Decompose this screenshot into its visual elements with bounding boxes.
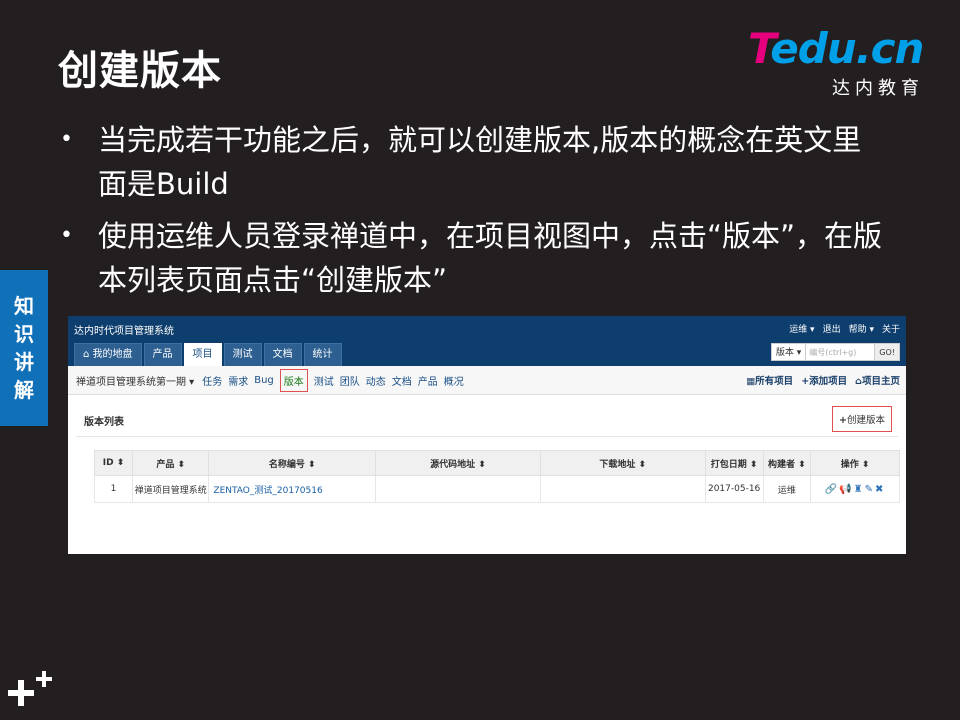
tab-project[interactable]: 项目	[183, 343, 222, 366]
grid-icon: ▦	[746, 376, 756, 387]
tab-my[interactable]: ⌂ 我的地盘	[74, 343, 142, 366]
home-icon: ⌂	[855, 376, 862, 387]
add-project-link[interactable]: +添加项目	[801, 373, 847, 387]
about-link[interactable]: 关于	[882, 322, 900, 335]
side-tab: 知 识 讲 解	[0, 270, 48, 426]
plus-decoration-icon	[8, 671, 52, 706]
row-action-icons[interactable]: 🔗📢♜✎✖	[810, 475, 900, 503]
build-list-panel: 版本列表 +创建版本 ID ⬍ 产品 ⬍ 名称编号 ⬍ 源代码地址 ⬍ 下载地址…	[76, 402, 900, 554]
tab-qa[interactable]: 测试	[223, 343, 262, 366]
col-builder[interactable]: 构建者 ⬍	[762, 450, 812, 476]
tedu-logo: Tedu.cn 达内教育	[748, 24, 924, 100]
plus-icon: +	[801, 376, 810, 387]
subnav-story[interactable]: 需求	[228, 373, 248, 388]
col-name[interactable]: 名称编号 ⬍	[208, 450, 376, 476]
search-go-button[interactable]: GO!	[875, 343, 900, 361]
search-input[interactable]: 编号(ctrl+g)	[806, 343, 876, 361]
system-name: 达内时代项目管理系统	[74, 326, 174, 337]
app-topbar: 达内时代项目管理系统 运维 ▾ 退出 帮助 ▾ 关于	[68, 316, 906, 340]
search-box: 版本 ▾ 编号(ctrl+g) GO!	[770, 343, 900, 361]
bullet-item: • 当完成若干功能之后，就可以创建版本,版本的概念在英文里面是Build	[58, 118, 888, 206]
build-table: ID ⬍ 产品 ⬍ 名称编号 ⬍ 源代码地址 ⬍ 下载地址 ⬍ 打包日期 ⬍ 构…	[93, 450, 900, 503]
user-menu[interactable]: 运维 ▾	[789, 322, 814, 335]
project-subnav: 禅道项目管理系统第一期 ▾ 任务 需求 Bug 版本 测试 团队 动态 文档 产…	[68, 366, 906, 395]
tab-doc[interactable]: 文档	[263, 343, 302, 366]
subnav-product[interactable]: 产品	[418, 373, 438, 388]
logo-subtitle: 达内教育	[832, 78, 924, 99]
build-name-link[interactable]: ZENTAO_测试_20170516	[208, 475, 376, 503]
subnav-test[interactable]: 测试	[314, 373, 334, 388]
subnav-overview[interactable]: 概况	[444, 373, 464, 388]
col-scm[interactable]: 源代码地址 ⬍	[374, 450, 541, 476]
search-type-select[interactable]: 版本 ▾	[770, 343, 807, 361]
tab-report[interactable]: 统计	[303, 343, 342, 366]
panel-title: 版本列表	[84, 417, 124, 428]
col-product[interactable]: 产品 ⬍	[132, 450, 210, 476]
col-id[interactable]: ID ⬍	[93, 450, 134, 476]
zentao-screenshot: 达内时代项目管理系统 运维 ▾ 退出 帮助 ▾ 关于 ⌂ 我的地盘 产品 项目 …	[68, 316, 906, 554]
create-build-button[interactable]: +创建版本	[832, 406, 892, 432]
bullet-dot-icon: •	[60, 127, 73, 152]
subnav-doc[interactable]: 文档	[392, 373, 412, 388]
subnav-build[interactable]: 版本	[279, 368, 308, 392]
table-row: 1 禅道项目管理系统 ZENTAO_测试_20170516 2017-05-16…	[93, 475, 900, 503]
col-date[interactable]: 打包日期 ⬍	[704, 450, 764, 476]
subnav-bug[interactable]: Bug	[254, 375, 274, 386]
bullet-list: • 当完成若干功能之后，就可以创建版本,版本的概念在英文里面是Build • 使…	[58, 118, 888, 310]
slide-title: 创建版本	[58, 48, 222, 94]
bullet-item: • 使用运维人员登录禅道中，在项目视图中，点击“版本”，在版本列表页面点击“创建…	[58, 214, 888, 302]
project-home-link[interactable]: ⌂项目主页	[855, 373, 900, 387]
main-tabbar: ⌂ 我的地盘 产品 项目 测试 文档 统计 版本 ▾ 编号(ctrl+g) GO…	[68, 340, 906, 366]
subnav-team[interactable]: 团队	[340, 373, 360, 388]
subnav-dynamic[interactable]: 动态	[366, 373, 386, 388]
col-download[interactable]: 下载地址 ⬍	[539, 450, 706, 476]
tab-product[interactable]: 产品	[143, 343, 182, 366]
bullet-dot-icon: •	[60, 223, 73, 248]
all-projects-link[interactable]: ▦所有项目	[746, 373, 793, 387]
project-selector[interactable]: 禅道项目管理系统第一期 ▾	[76, 373, 194, 388]
subnav-task[interactable]: 任务	[202, 373, 222, 388]
logout-link[interactable]: 退出	[823, 322, 841, 335]
col-actions[interactable]: 操作 ⬍	[810, 450, 900, 476]
help-menu[interactable]: 帮助 ▾	[849, 322, 874, 335]
plus-icon: +	[839, 415, 847, 426]
